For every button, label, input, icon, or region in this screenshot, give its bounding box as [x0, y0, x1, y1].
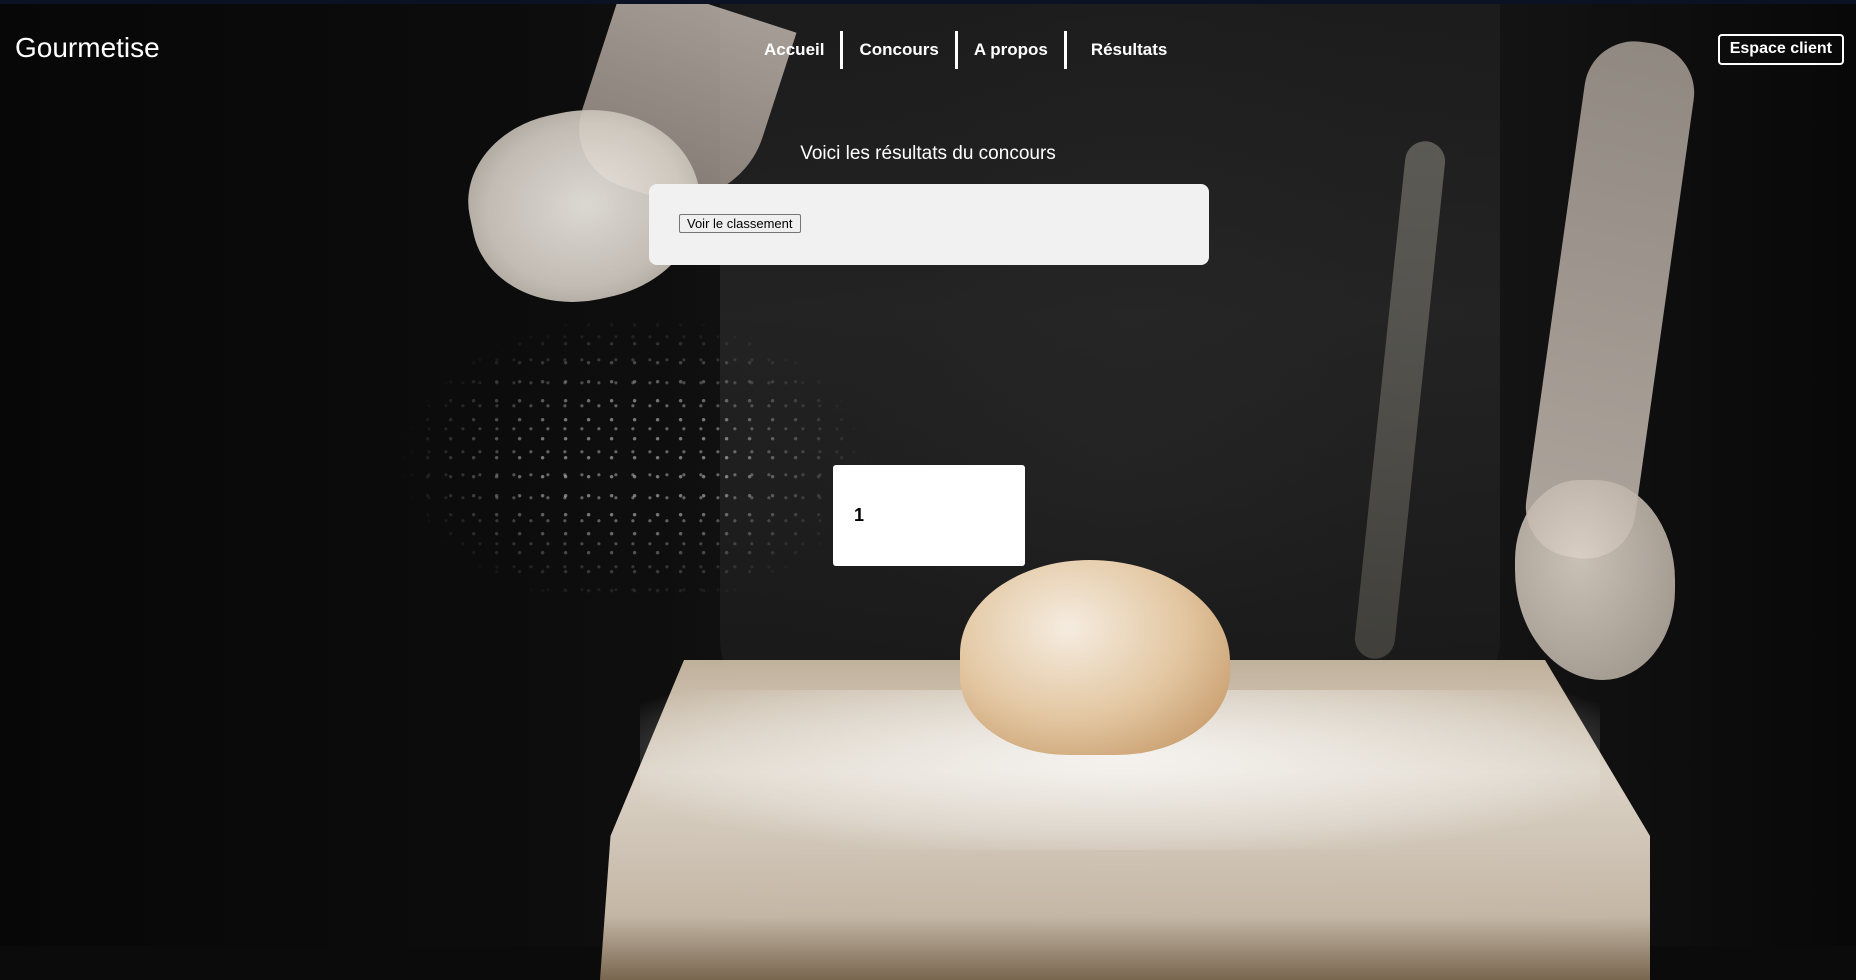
- nav-item-concours[interactable]: Concours: [843, 32, 954, 68]
- results-heading: Voici les résultats du concours: [800, 143, 1056, 164]
- nav-item-a-propos[interactable]: A propos: [958, 32, 1064, 68]
- nav-item-accueil[interactable]: Accueil: [748, 32, 840, 68]
- right-hand-shape: [1515, 480, 1675, 680]
- dough-ball-shape: [960, 560, 1230, 755]
- ranking-card: 1: [833, 465, 1025, 566]
- nav-item-resultats[interactable]: Résultats: [1067, 32, 1184, 68]
- brand-logo-text[interactable]: Gourmetise: [15, 32, 160, 64]
- rank-position: 1: [854, 505, 865, 525]
- view-ranking-button[interactable]: Voir le classement: [679, 214, 801, 233]
- top-border: [0, 0, 1856, 4]
- results-panel: Voir le classement: [649, 184, 1209, 265]
- espace-client-button[interactable]: Espace client: [1717, 34, 1844, 65]
- main-nav: Accueil Concours A propos Résultats: [748, 30, 1183, 70]
